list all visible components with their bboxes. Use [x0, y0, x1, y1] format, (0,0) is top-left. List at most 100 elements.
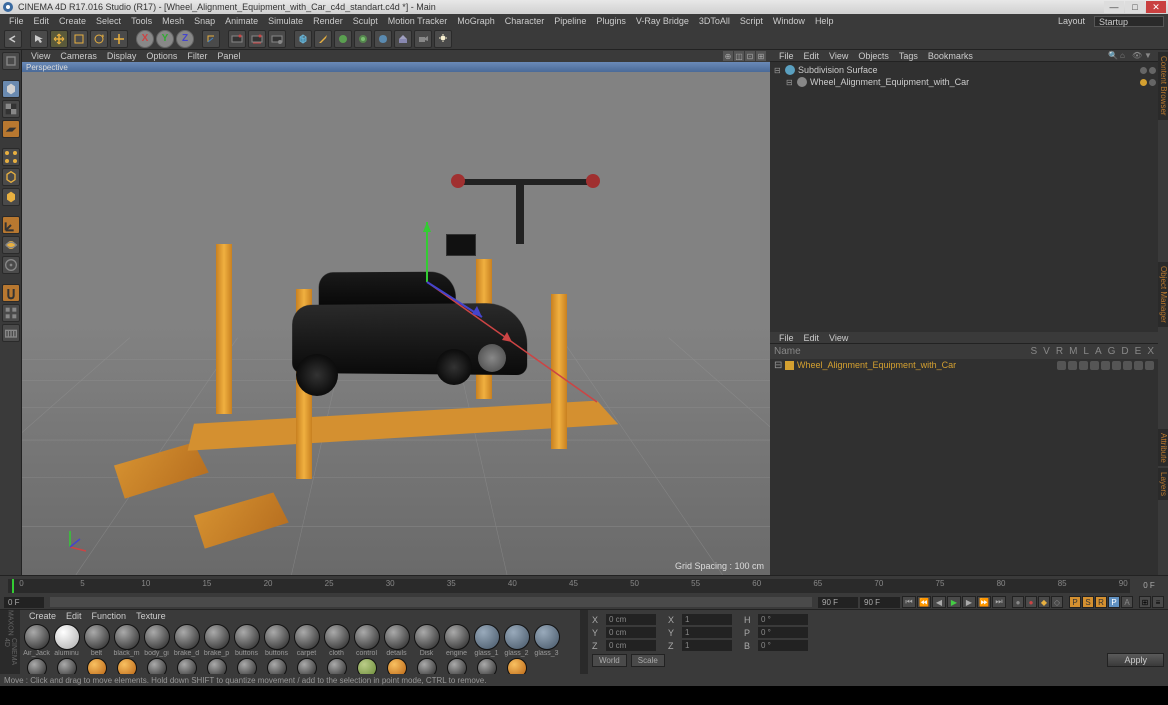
last-tool-button[interactable] — [110, 30, 128, 48]
workplane-button[interactable] — [2, 120, 20, 138]
scale-y-field[interactable]: 1 — [682, 627, 732, 638]
play-button[interactable]: ▶ — [947, 596, 961, 608]
texture-mode-button[interactable] — [2, 100, 20, 118]
menu-v-ray-bridge[interactable]: V-Ray Bridge — [631, 16, 694, 26]
material-carpet[interactable]: carpet — [292, 624, 321, 657]
material-glass_3[interactable]: glass_3 — [532, 624, 561, 657]
vp-config4-icon[interactable]: ⊞ — [756, 51, 766, 61]
search-icon[interactable]: 🔍 — [1108, 51, 1118, 61]
scale-button[interactable] — [70, 30, 88, 48]
render-view-button[interactable] — [228, 30, 246, 48]
timeline-end-in-field[interactable]: 90 F — [818, 597, 858, 608]
menu-help[interactable]: Help — [810, 16, 839, 26]
menu-plugins[interactable]: Plugins — [591, 16, 631, 26]
visibility-dot[interactable] — [1149, 67, 1156, 74]
vp-config2-icon[interactable]: ◫ — [734, 51, 744, 61]
obj-menu-tags[interactable]: Tags — [894, 51, 923, 61]
attribute-panel[interactable]: ⊟ Wheel_Alignment_Equipment_with_Car — [770, 359, 1158, 575]
vp-menu-panel[interactable]: Panel — [212, 51, 245, 61]
rot-p-field[interactable]: 0 ° — [758, 627, 808, 638]
material-item[interactable] — [352, 658, 381, 674]
material-item[interactable] — [502, 658, 531, 674]
material-item[interactable] — [142, 658, 171, 674]
attr-dot-icon[interactable] — [1145, 361, 1154, 370]
timeline-end-out-field[interactable]: 90 F — [860, 597, 900, 608]
menu-sculpt[interactable]: Sculpt — [348, 16, 383, 26]
scale-mode-dropdown[interactable]: Scale — [631, 654, 665, 667]
material-belt[interactable]: belt — [82, 624, 111, 657]
material-item[interactable] — [292, 658, 321, 674]
visibility-dot[interactable] — [1140, 67, 1147, 74]
pos-y-field[interactable]: 0 cm — [606, 627, 656, 638]
material-control[interactable]: control — [352, 624, 381, 657]
menu-simulate[interactable]: Simulate — [263, 16, 308, 26]
timeline-ruler[interactable]: 051015202530354045505560657075808590 0 F — [0, 575, 1168, 595]
pos-x-field[interactable]: 0 cm — [606, 614, 656, 625]
workplane-snap-button[interactable] — [2, 324, 20, 342]
material-item[interactable] — [172, 658, 201, 674]
menu-edit[interactable]: Edit — [29, 16, 55, 26]
material-list[interactable]: Air_Jackaluminubeltblack_mbody_gibrake_d… — [20, 622, 580, 674]
vp-menu-cameras[interactable]: Cameras — [55, 51, 102, 61]
mat-menu-texture[interactable]: Texture — [131, 611, 171, 621]
tab-content-browser[interactable]: Content Browser — [1158, 52, 1168, 120]
material-item[interactable] — [382, 658, 411, 674]
material-engine[interactable]: engine — [442, 624, 471, 657]
next-frame-button[interactable]: ▶ — [962, 596, 976, 608]
material-scrollbar[interactable] — [580, 610, 588, 674]
maximize-button[interactable]: □ — [1125, 1, 1145, 13]
environment-button[interactable] — [394, 30, 412, 48]
rot-b-field[interactable]: 0 ° — [758, 640, 808, 651]
rot-key-button[interactable]: R — [1095, 596, 1107, 608]
attr-item-label[interactable]: Wheel_Alignment_Equipment_with_Car — [797, 360, 956, 370]
menu-animate[interactable]: Animate — [220, 16, 263, 26]
make-editable-button[interactable] — [2, 52, 20, 70]
timeline-start-field[interactable]: 0 F — [4, 597, 44, 608]
keyframe-mode1-button[interactable]: ⊞ — [1139, 596, 1151, 608]
material-glass_2[interactable]: glass_2 — [502, 624, 531, 657]
menu-tools[interactable]: Tools — [126, 16, 157, 26]
obj-menu-edit[interactable]: Edit — [799, 51, 825, 61]
close-button[interactable]: ✕ — [1146, 1, 1166, 13]
attr-dot-icon[interactable] — [1123, 361, 1132, 370]
obj-menu-objects[interactable]: Objects — [853, 51, 894, 61]
viewport-3d[interactable]: Grid Spacing : 100 cm — [22, 72, 770, 575]
mat-menu-create[interactable]: Create — [24, 611, 61, 621]
coord-mode-dropdown[interactable]: World — [592, 654, 627, 667]
material-item[interactable] — [202, 658, 231, 674]
minimize-button[interactable]: — — [1104, 1, 1124, 13]
funnel-icon[interactable]: ▼ — [1144, 51, 1154, 61]
attr-dot-icon[interactable] — [1068, 361, 1077, 370]
attr-menu-edit[interactable]: Edit — [799, 333, 825, 343]
obj-menu-file[interactable]: File — [774, 51, 799, 61]
layer-color-swatch[interactable] — [785, 361, 794, 370]
material-body_gi[interactable]: body_gi — [142, 624, 171, 657]
attr-dot-icon[interactable] — [1079, 361, 1088, 370]
material-item[interactable] — [442, 658, 471, 674]
material-item[interactable] — [322, 658, 351, 674]
move-button[interactable] — [50, 30, 68, 48]
keyframe-mode2-button[interactable]: ≡ — [1152, 596, 1164, 608]
undo-button[interactable] — [4, 30, 22, 48]
pla-key-button[interactable]: A — [1121, 596, 1133, 608]
edges-mode-button[interactable] — [2, 168, 20, 186]
eye-icon[interactable]: 👁 — [1132, 51, 1142, 61]
menu-script[interactable]: Script — [735, 16, 768, 26]
material-item[interactable] — [112, 658, 141, 674]
attr-dot-icon[interactable] — [1090, 361, 1099, 370]
goto-end-button[interactable]: ⏭ — [992, 596, 1006, 608]
menu-mograph[interactable]: MoGraph — [452, 16, 500, 26]
vp-config3-icon[interactable]: ⊡ — [745, 51, 755, 61]
locked-button[interactable] — [2, 256, 20, 274]
material-glass_1[interactable]: glass_1 — [472, 624, 501, 657]
attr-dot-icon[interactable] — [1134, 361, 1143, 370]
material-brake_d[interactable]: brake_d — [172, 624, 201, 657]
polygons-mode-button[interactable] — [2, 188, 20, 206]
menu-create[interactable]: Create — [54, 16, 91, 26]
material-item[interactable] — [22, 658, 51, 674]
generator-button[interactable] — [334, 30, 352, 48]
pos-z-field[interactable]: 0 cm — [606, 640, 656, 651]
obj-menu-view[interactable]: View — [824, 51, 853, 61]
param-key-button[interactable]: P — [1108, 596, 1120, 608]
scale-z-field[interactable]: 1 — [682, 640, 732, 651]
